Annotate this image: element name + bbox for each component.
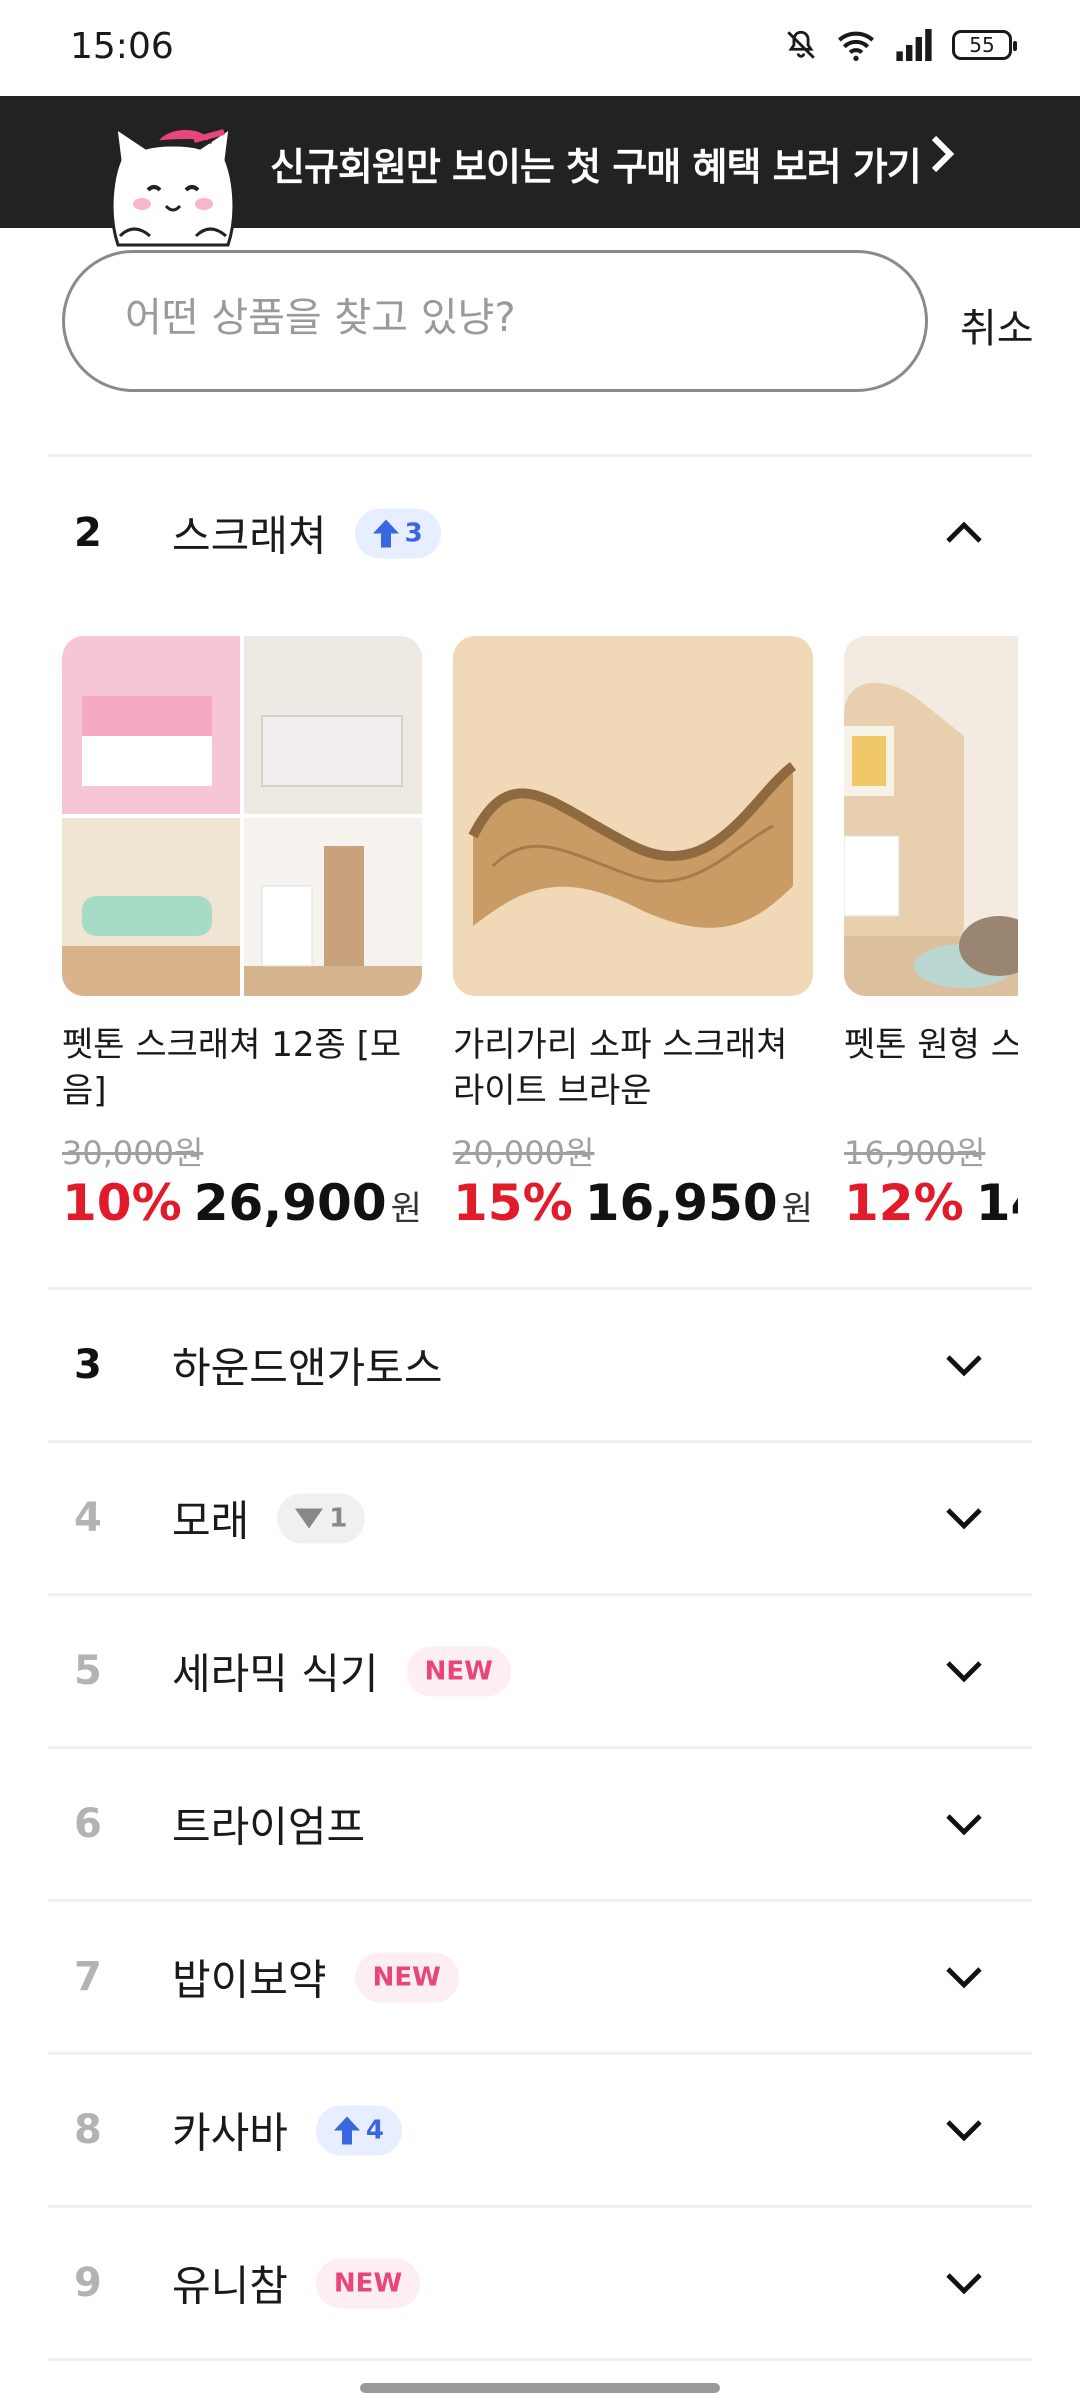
- product-name: 펫톤 원형 스: [844, 1025, 1018, 1065]
- price-unit: 원: [390, 1189, 422, 1229]
- rank-title-text: 카사바: [172, 2108, 288, 2158]
- product-card[interactable]: 펫톤 원형 스 16,900원 12% 14,: [844, 636, 1018, 1232]
- rank-title: 유니참 NEW: [172, 2253, 421, 2314]
- rank-number: 5: [74, 1648, 102, 1694]
- new-badge: NEW: [315, 2258, 421, 2308]
- chevron-right-icon: [931, 135, 955, 173]
- home-indicator[interactable]: [360, 2383, 720, 2393]
- status-bar: 15:06 55: [0, 0, 1080, 96]
- rank-title: 밥이보약 NEW: [172, 1947, 459, 2008]
- chevron-up-icon[interactable]: [944, 513, 984, 553]
- chevron-down-icon[interactable]: [944, 2110, 984, 2150]
- rank-number: 4: [74, 1495, 102, 1541]
- original-price: 30,000원: [62, 1134, 204, 1172]
- signal-icon: [896, 29, 932, 61]
- arrow-down-icon: [295, 1508, 324, 1528]
- rank-title-text: 스크래쳐: [172, 511, 327, 561]
- product-image: [844, 636, 1018, 996]
- badge-value: 1: [329, 1503, 348, 1533]
- product-image: [453, 636, 813, 996]
- rank-row-6[interactable]: 6 트라이엄프: [48, 1749, 1032, 1899]
- product-name: 가리가리 소파 스크래쳐 라이트 브라운: [453, 1025, 788, 1111]
- divider: [48, 2358, 1032, 2361]
- rank-number: 3: [74, 1342, 102, 1388]
- sale-price: 26,900: [193, 1174, 387, 1232]
- new-badge: NEW: [354, 1952, 459, 2002]
- price-line: 12% 14,: [844, 1174, 1018, 1232]
- original-price: 20,000원: [453, 1134, 595, 1172]
- chevron-down-icon[interactable]: [944, 1498, 984, 1538]
- rank-number: 8: [74, 2107, 102, 2153]
- chevron-down-icon[interactable]: [944, 1957, 984, 1997]
- price-unit: 원: [781, 1189, 813, 1229]
- battery-icon: 55: [952, 30, 1017, 60]
- rank-title: 하운드앤가토스: [172, 1335, 442, 1396]
- rank-title-text: 밥이보약: [172, 1955, 327, 2005]
- rank-number: 9: [74, 2260, 102, 2306]
- status-icons: 55: [784, 28, 1017, 62]
- rank-title: 스크래쳐 3: [172, 503, 441, 564]
- rank-title-text: 하운드앤가토스: [172, 1343, 443, 1393]
- mute-bell-icon: [787, 30, 815, 59]
- rank-up-badge: 3: [354, 508, 441, 558]
- rank-title: 세라믹 식기 NEW: [172, 1641, 511, 1702]
- sale-price: 14,: [975, 1174, 1018, 1232]
- badge-value: 4: [365, 2115, 385, 2145]
- rank-title: 모래 1: [172, 1488, 366, 1549]
- product-card[interactable]: 펫톤 스크래쳐 12종 [모음] 30,000원 10% 26,900 원: [62, 636, 422, 1232]
- sale-price: 16,950: [584, 1174, 778, 1232]
- discount-rate: 12%: [844, 1174, 964, 1232]
- new-badge: NEW: [406, 1646, 511, 1696]
- divider: [48, 454, 1032, 457]
- rank-row-4[interactable]: 4 모래 1: [48, 1443, 1032, 1593]
- rank-title: 카사바 4: [172, 2100, 403, 2161]
- rank-number: 6: [74, 1801, 102, 1847]
- rank-down-badge: 1: [277, 1493, 366, 1543]
- rank-row-8[interactable]: 8 카사바 4: [48, 2055, 1032, 2205]
- discount-rate: 15%: [453, 1174, 573, 1232]
- rank-row-9[interactable]: 9 유니참 NEW: [48, 2208, 1032, 2358]
- original-price: 16,900원: [844, 1134, 986, 1172]
- chevron-down-icon[interactable]: [944, 2263, 984, 2303]
- price-line: 10% 26,900 원: [62, 1174, 422, 1232]
- wifi-icon: [838, 31, 874, 61]
- rank-title-text: 유니참: [172, 2261, 288, 2311]
- rank-number: 7: [74, 1954, 102, 2000]
- rank-row-5[interactable]: 5 세라믹 식기 NEW: [48, 1596, 1032, 1746]
- status-time: 15:06: [70, 26, 174, 67]
- product-card[interactable]: 가리가리 소파 스크래쳐 라이트 브라운 20,000원 15% 16,950 …: [453, 636, 813, 1232]
- badge-value: 3: [404, 518, 423, 548]
- rank-title-text: 모래: [172, 1496, 250, 1546]
- rank-row-2[interactable]: 2 스크래쳐 3: [48, 458, 1032, 608]
- cancel-button[interactable]: 취소: [960, 296, 1034, 354]
- product-name: 펫톤 스크래쳐 12종 [모음]: [62, 1025, 402, 1111]
- rank-title: 트라이엄프: [172, 1794, 365, 1855]
- search-box[interactable]: [62, 250, 928, 392]
- promo-text: 신규회원만 보이는 첫 구매 혜택 보러 가기: [270, 145, 922, 189]
- chevron-down-icon[interactable]: [944, 1345, 984, 1385]
- rank-row-7[interactable]: 7 밥이보약 NEW: [48, 1902, 1032, 2052]
- chevron-down-icon[interactable]: [944, 1651, 984, 1691]
- rank-row-3[interactable]: 3 하운드앤가토스: [48, 1290, 1032, 1440]
- arrow-up-icon: [333, 2116, 360, 2144]
- product-carousel[interactable]: 펫톤 스크래쳐 12종 [모음] 30,000원 10% 26,900 원 가리…: [62, 636, 1018, 1256]
- arrow-up-icon: [372, 519, 399, 547]
- search-input[interactable]: [125, 295, 885, 341]
- rank-title-text: 트라이엄프: [172, 1802, 366, 1852]
- product-image: [62, 636, 422, 996]
- price-line: 15% 16,950 원: [453, 1174, 813, 1232]
- cat-mascot-icon: [110, 124, 236, 247]
- chevron-down-icon[interactable]: [944, 1804, 984, 1844]
- rank-number: 2: [74, 510, 102, 556]
- rank-up-badge: 4: [315, 2105, 403, 2155]
- discount-rate: 10%: [62, 1174, 182, 1232]
- rank-title-text: 세라믹 식기: [172, 1649, 379, 1699]
